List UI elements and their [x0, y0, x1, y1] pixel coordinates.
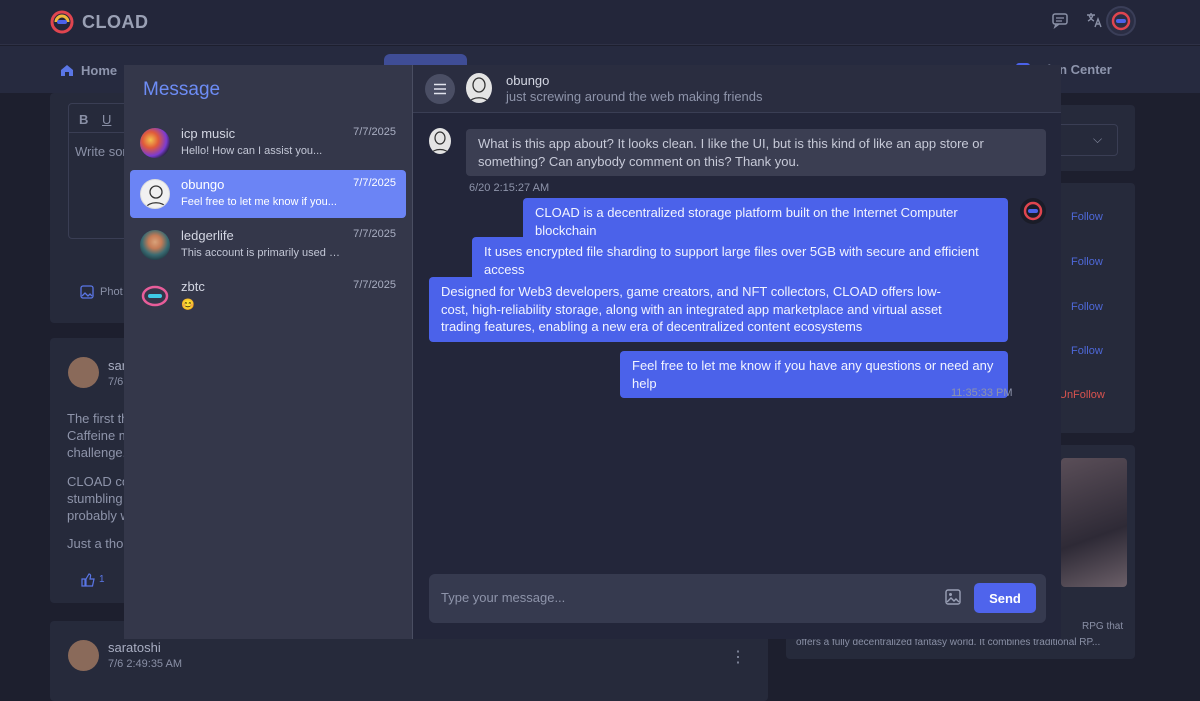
app-name: CLOAD [82, 11, 149, 32]
sender-avatar [429, 128, 451, 154]
post-author[interactable]: saratoshi [108, 640, 161, 655]
post-line: stumbling [67, 491, 123, 506]
follow-button[interactable]: Follow [1071, 256, 1103, 268]
hamburger-icon [434, 83, 446, 95]
my-avatar [1020, 198, 1046, 224]
conversation-preview: Hello! How can I assist you... [181, 145, 323, 157]
message-timestamp: 11:35:33 PM [951, 387, 1013, 399]
chat-header: obungo just screwing around the web maki… [413, 65, 1061, 113]
conversation-item[interactable]: obungo 7/7/2025 Feel free to let me know… [130, 170, 406, 218]
featured-text: RPG that [1082, 621, 1124, 632]
select-dropdown[interactable]: ⌵ [1056, 124, 1118, 156]
bold-button[interactable]: B [79, 112, 88, 127]
home-icon [61, 65, 73, 76]
conversation-name: obungo [181, 177, 225, 192]
follow-button[interactable]: Follow [1071, 211, 1103, 223]
conversation-name: ledgerlife [181, 228, 234, 243]
message-timestamp: 6/20 2:15:27 AM [469, 182, 550, 194]
image-upload-icon[interactable] [944, 588, 964, 608]
conversation-date: 7/7/2025 [353, 228, 396, 240]
conversation-preview: Feel free to let me know if you... [181, 196, 337, 208]
conversation-item[interactable]: ledgerlife 7/7/2025 This account is prim… [130, 221, 406, 269]
user-avatar[interactable] [1106, 6, 1136, 36]
nav-home[interactable]: Home [59, 62, 117, 78]
post-time: 7/6 2:49:35 AM [108, 658, 182, 670]
follow-button[interactable]: Follow [1071, 345, 1103, 357]
contact-status: just screwing around the web making frie… [506, 89, 763, 104]
message-bubble-outgoing: Designed for Web3 developers, game creat… [429, 277, 1008, 342]
featured-image[interactable] [1061, 458, 1127, 587]
like-button[interactable]: 1 [81, 572, 105, 587]
send-button[interactable]: Send [974, 583, 1036, 613]
photo-label: Phot [100, 286, 123, 298]
unfollow-button[interactable]: UnFollow [1059, 389, 1105, 401]
contact-avatar[interactable] [466, 73, 492, 103]
messages-title: Message [143, 79, 221, 100]
underline-button[interactable]: U [102, 112, 111, 127]
conversation-date: 7/7/2025 [353, 279, 396, 291]
like-count: 1 [99, 574, 105, 585]
avatar[interactable] [68, 640, 99, 671]
follow-button[interactable]: Follow [1071, 301, 1103, 313]
messages-sidebar: Message icp music 7/7/2025 Hello! How ca… [124, 65, 413, 639]
chat-panel: obungo just screwing around the web maki… [413, 65, 1061, 639]
menu-button[interactable] [425, 74, 455, 104]
logo[interactable]: CLOAD [50, 10, 149, 34]
avatar [140, 281, 170, 311]
avatar [140, 230, 170, 260]
post-time: 7/6 [108, 376, 124, 388]
more-options-icon[interactable]: ⋮ [730, 647, 746, 667]
message-bubble-incoming: What is this app about? It looks clean. … [466, 129, 1046, 176]
chevron-down-icon: ⌵ [1093, 132, 1103, 146]
conversation-name: zbtc [181, 279, 205, 294]
conversation-preview: 😊 [181, 299, 195, 311]
cload-logo-icon [50, 10, 74, 34]
post-line: Caffeine m [67, 428, 130, 443]
top-bar: CLOAD [0, 0, 1200, 45]
contact-name: obungo [506, 73, 550, 88]
chat-icon[interactable] [1050, 10, 1070, 30]
thumbs-up-icon [81, 573, 95, 587]
post-line: probably w [67, 508, 130, 523]
conversation-preview: This account is primarily used f... [181, 247, 341, 259]
avatar[interactable] [68, 357, 99, 388]
image-icon [80, 285, 94, 299]
editor-placeholder: Write sor [75, 144, 127, 159]
photo-button[interactable]: Phot [80, 285, 123, 299]
avatar [140, 179, 170, 209]
message-composer: Send [429, 574, 1046, 623]
message-bubble-outgoing: Feel free to let me know if you have any… [620, 351, 1008, 398]
conversation-date: 7/7/2025 [353, 177, 396, 189]
conversation-item[interactable]: zbtc 7/7/2025 😊 [130, 272, 406, 320]
post-line: The first th [67, 411, 129, 426]
conversation-item[interactable]: icp music 7/7/2025 Hello! How can I assi… [130, 119, 406, 167]
conversation-date: 7/7/2025 [353, 126, 396, 138]
conversation-name: icp music [181, 126, 236, 141]
message-input[interactable] [441, 590, 921, 605]
nav-home-label: Home [81, 62, 118, 78]
post-line: Just a thou [67, 536, 131, 551]
avatar [140, 128, 170, 158]
translate-icon[interactable] [1084, 10, 1104, 30]
post-line: challenge. [67, 445, 127, 460]
